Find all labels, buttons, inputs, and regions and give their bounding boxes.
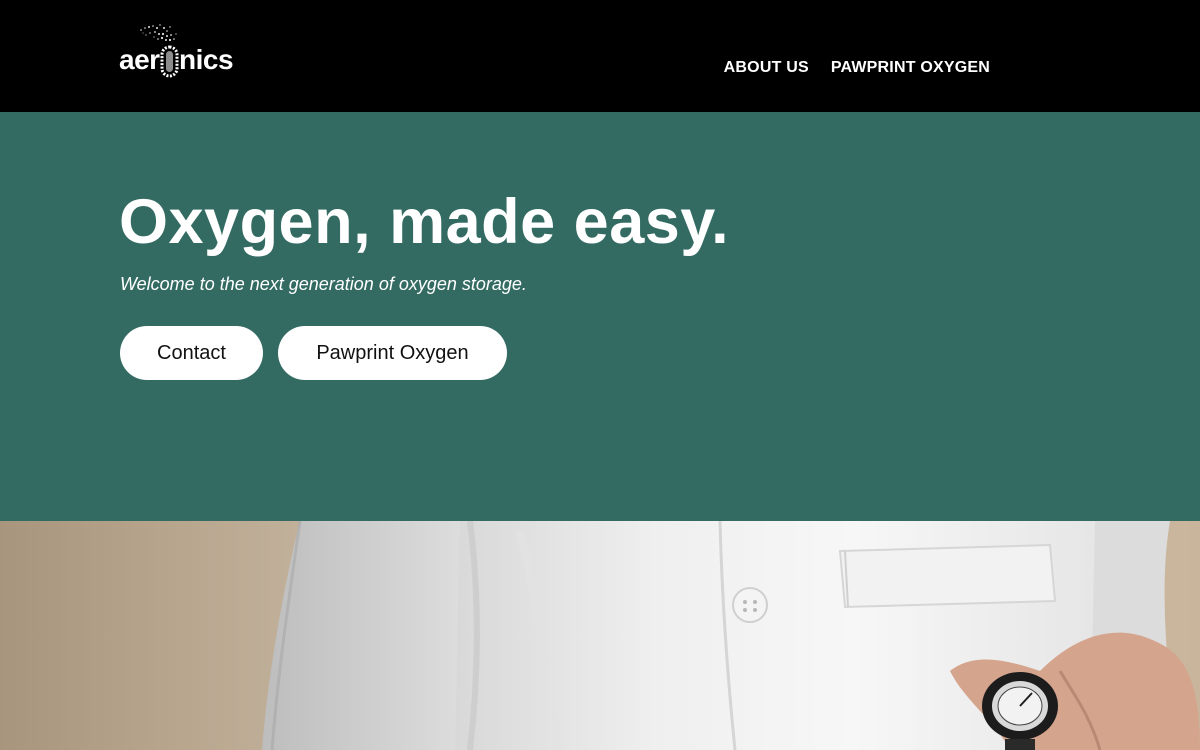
hero-title: Oxygen, made easy. — [119, 187, 730, 257]
svg-text:nics: nics — [179, 44, 233, 75]
nav-pawprint-oxygen[interactable]: PAWPRINT OXYGEN — [831, 59, 990, 77]
nav-about-us[interactable]: ABOUT US — [724, 59, 809, 77]
main-nav: ABOUT US PAWPRINT OXYGEN — [724, 59, 990, 77]
site-header: aer nics ABOUT US PAWPRINT OXYGEN — [0, 0, 1200, 112]
doctor-photo-illustration — [0, 521, 1200, 750]
pawprint-oxygen-button[interactable]: Pawprint Oxygen — [278, 326, 507, 380]
doctor-photo — [0, 521, 1200, 750]
aeronics-logo[interactable]: aer nics — [119, 22, 237, 80]
hero-buttons: Contact Pawprint Oxygen — [120, 326, 507, 380]
hero-subtitle: Welcome to the next generation of oxygen… — [120, 274, 527, 294]
logo-mark: aer nics — [119, 24, 234, 78]
contact-button[interactable]: Contact — [120, 326, 263, 380]
svg-text:aer: aer — [119, 44, 160, 75]
hero-section: Oxygen, made easy. Welcome to the next g… — [0, 112, 1200, 521]
